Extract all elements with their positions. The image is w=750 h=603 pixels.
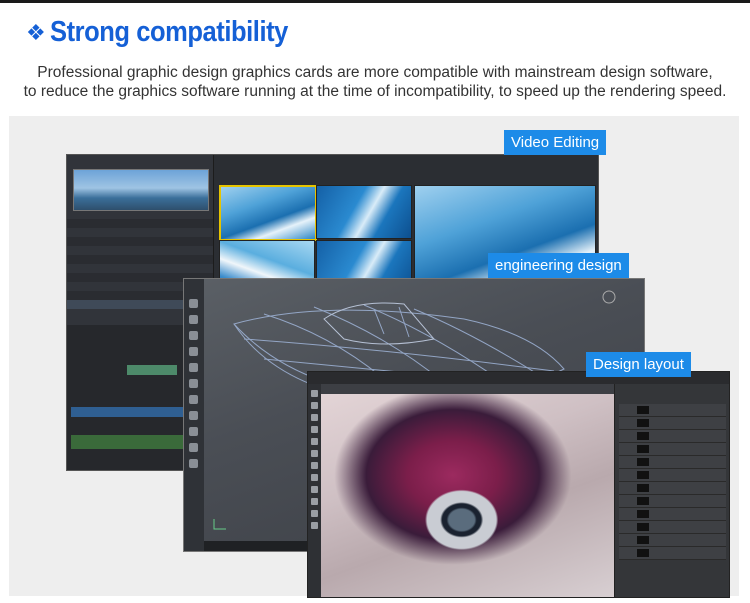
top-divider xyxy=(0,0,750,3)
cad-toolbar xyxy=(184,279,204,551)
photo-editor-toolbox xyxy=(308,384,321,597)
title-text: Strong compatibility xyxy=(49,16,288,48)
engineering-design-label: engineering design xyxy=(488,253,629,278)
design-layout-window xyxy=(307,371,730,598)
video-editing-label: Video Editing xyxy=(504,130,607,155)
diamond-icon: ❖ xyxy=(26,19,46,45)
description-line-2: to reduce the graphics software running … xyxy=(23,83,727,100)
section-title: ❖ Strong compatibility xyxy=(26,16,320,49)
description-line-1: Professional graphic design graphics car… xyxy=(37,64,713,81)
preview-thumbnail xyxy=(73,169,209,211)
design-layout-label: Design layout xyxy=(586,352,691,377)
eye-makeup-photo xyxy=(321,394,614,597)
surf-clip-2 xyxy=(316,185,412,239)
surf-clip-1 xyxy=(219,185,317,241)
layers-panel xyxy=(614,384,729,597)
software-showcase-image: Video Editing engineering design Design … xyxy=(9,116,739,598)
